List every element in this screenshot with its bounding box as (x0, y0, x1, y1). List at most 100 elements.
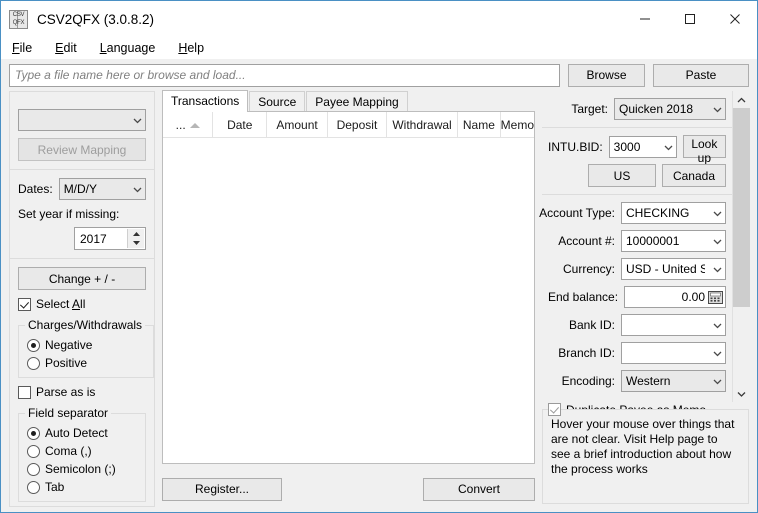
lookup-button[interactable]: Look up (682, 135, 726, 165)
transactions-grid: ... Date Amount Deposit Withdrawal Name … (162, 111, 535, 464)
year-increment-icon[interactable] (128, 229, 144, 239)
select-all-row[interactable]: Select All (18, 297, 146, 311)
radio-semicolon[interactable]: Semicolon (;) (27, 462, 137, 476)
charges-withdrawals-group: Charges/Withdrawals Negative Positive (18, 318, 155, 378)
account-type-select[interactable]: CHECKING (621, 202, 726, 224)
parse-as-is-row[interactable]: Parse as is (18, 385, 146, 399)
file-path-input[interactable] (9, 63, 560, 87)
tab-source[interactable]: Source (249, 91, 306, 112)
radio-tab-label: Tab (45, 480, 65, 494)
currency-select[interactable]: USD - United Sta (621, 258, 726, 280)
radio-auto-detect[interactable]: Auto Detect (27, 426, 137, 440)
radio-tab-dot[interactable] (27, 480, 40, 494)
currency-label: Currency: (562, 262, 615, 276)
menu-language[interactable]: Language (97, 39, 167, 57)
file-toolbar: Browse Paste (1, 59, 757, 91)
parse-as-is-label: Parse as is (36, 385, 96, 399)
column-header-index[interactable]: ... (163, 112, 214, 138)
convert-button[interactable]: Convert (423, 477, 535, 501)
column-header-amount[interactable]: Amount (267, 112, 328, 138)
maximize-icon[interactable] (667, 1, 712, 37)
parse-as-is-checkbox[interactable] (18, 385, 31, 399)
mapping-select[interactable] (18, 109, 146, 131)
app-icon-bottom-text: QFX (12, 19, 25, 26)
account-type-label: Account Type: (539, 206, 615, 220)
menu-help[interactable]: Help (175, 39, 215, 57)
grid-body[interactable] (163, 138, 534, 463)
change-sign-button[interactable]: Change + / - (18, 267, 146, 290)
column-header-name[interactable]: Name (458, 112, 501, 138)
radio-negative-label: Negative (45, 338, 93, 352)
right-panel-scrollbar[interactable] (732, 91, 750, 402)
select-all-checkbox[interactable] (18, 297, 31, 311)
radio-auto-detect-dot[interactable] (27, 426, 40, 440)
intu-bid-label: INTU.BID: (548, 139, 603, 154)
register-button[interactable]: Register... (162, 477, 282, 501)
menu-file[interactable]: File (9, 39, 43, 57)
center-panel: Transactions Source Payee Mapping ... Da… (162, 90, 535, 504)
radio-comma[interactable]: Coma (,) (27, 444, 137, 458)
radio-positive[interactable]: Positive (27, 356, 145, 370)
tab-bar: Transactions Source Payee Mapping (162, 90, 535, 112)
column-header-date[interactable]: Date (213, 112, 268, 138)
app-window: CSV QFX CSV2QFX (3.0.8.2) File Edit Lang… (0, 0, 758, 513)
left-panel: Review Mapping Dates: M/D/Y Set year if … (9, 91, 155, 507)
encoding-select[interactable]: Western (621, 370, 726, 392)
target-select[interactable]: Quicken 2018 (614, 98, 726, 120)
radio-negative-dot[interactable] (27, 338, 40, 352)
duplicate-payee-checkbox[interactable] (548, 403, 561, 416)
radio-tab[interactable]: Tab (27, 480, 137, 494)
account-section: Account Type: CHECKING Account #: 100000… (539, 195, 732, 399)
set-year-label: Set year if missing: (18, 207, 120, 221)
scroll-down-icon[interactable] (733, 385, 750, 402)
column-header-memo[interactable]: Memo (501, 112, 534, 138)
window-controls (622, 1, 757, 37)
browse-button[interactable]: Browse (568, 63, 645, 87)
right-scroll-area: Target: Quicken 2018 INTU.BID: 3000 Look… (539, 91, 750, 431)
dates-format-select[interactable]: M/D/Y (58, 178, 146, 200)
year-decrement-icon[interactable] (128, 238, 144, 248)
calculator-icon[interactable] (708, 290, 723, 304)
radio-comma-label: Coma (,) (45, 444, 92, 458)
account-number-label: Account #: (558, 234, 615, 248)
bank-id-select[interactable] (621, 314, 726, 336)
radio-semicolon-label: Semicolon (;) (45, 462, 116, 476)
close-icon[interactable] (712, 1, 757, 37)
title-bar: CSV QFX CSV2QFX (3.0.8.2) (1, 1, 757, 37)
radio-positive-label: Positive (45, 356, 88, 370)
intu-bid-select[interactable]: 3000 (608, 135, 677, 158)
target-label: Target: (571, 102, 608, 116)
year-stepper[interactable] (74, 227, 146, 250)
target-section: Target: Quicken 2018 (542, 91, 732, 128)
minimize-icon[interactable] (622, 1, 667, 37)
radio-positive-dot[interactable] (27, 356, 40, 370)
dates-section: Dates: M/D/Y Set year if missing: (10, 170, 154, 259)
end-balance-field[interactable]: 0.00 (624, 286, 726, 308)
sort-ascending-icon (189, 122, 200, 128)
bank-id-label: Bank ID: (568, 318, 615, 332)
menu-edit[interactable]: Edit (52, 39, 88, 57)
us-button[interactable]: US (588, 164, 656, 187)
radio-semicolon-dot[interactable] (27, 462, 40, 476)
review-mapping-button[interactable]: Review Mapping (18, 138, 146, 161)
column-header-deposit[interactable]: Deposit (328, 112, 387, 138)
branch-id-select[interactable] (621, 342, 726, 364)
scroll-up-icon[interactable] (733, 91, 750, 108)
window-title: CSV2QFX (3.0.8.2) (37, 11, 155, 27)
paste-button[interactable]: Paste (653, 63, 749, 87)
center-footer: Register... Convert (162, 464, 535, 504)
menu-bar: File Edit Language Help (1, 37, 757, 59)
hint-box: Hover your mouse over things that are no… (542, 409, 749, 504)
end-balance-value: 0.00 (681, 290, 705, 304)
grid-header-row: ... Date Amount Deposit Withdrawal Name … (163, 112, 534, 138)
radio-negative[interactable]: Negative (27, 338, 145, 352)
scroll-track[interactable] (732, 108, 750, 385)
tab-payee-mapping[interactable]: Payee Mapping (306, 91, 408, 112)
column-header-withdrawal[interactable]: Withdrawal (387, 112, 459, 138)
canada-button[interactable]: Canada (662, 164, 726, 187)
scroll-thumb[interactable] (732, 108, 750, 308)
app-icon: CSV QFX (9, 9, 28, 29)
radio-comma-dot[interactable] (27, 444, 40, 458)
account-number-select[interactable]: 10000001 (621, 230, 726, 252)
tab-transactions[interactable]: Transactions (162, 90, 249, 112)
